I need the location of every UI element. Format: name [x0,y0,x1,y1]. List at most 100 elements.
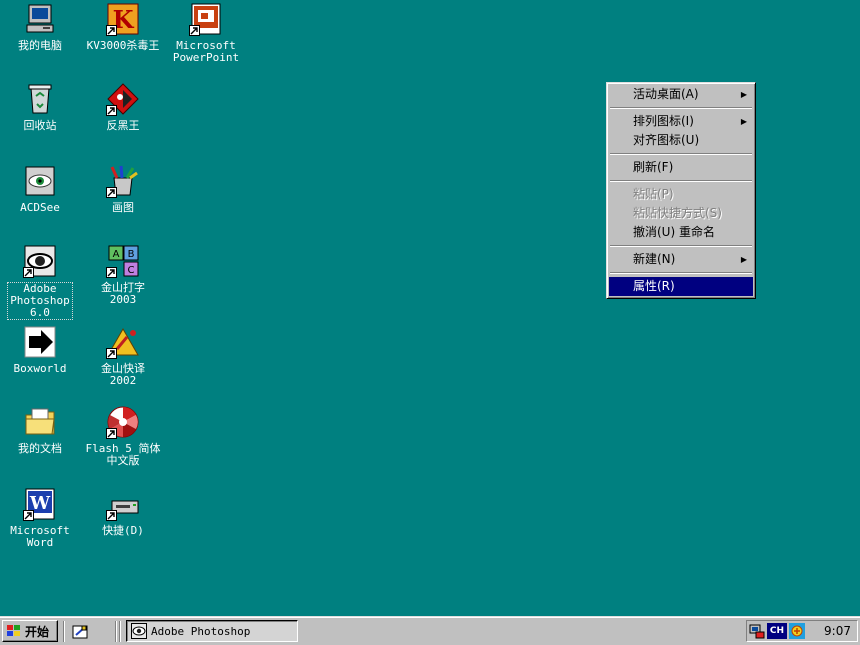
task-label: Adobe Photoshop [151,624,251,638]
anti-hacker-icon [106,82,140,116]
menu-item-active-desktop[interactable]: 活动桌面(A) ▶ [609,85,753,104]
menu-separator [610,180,752,182]
system-tray: CH 9:07 [746,620,858,642]
shortcut-arrow-icon [106,267,117,278]
menu-item-label: 粘贴快捷方式(S) [633,206,722,220]
input-method-tray-icon[interactable] [789,623,805,639]
menu-item-paste-shortcut: 粘贴快捷方式(S) [609,204,753,223]
shortcut-arrow-icon [23,267,34,278]
shortcut-arrow-icon [106,510,117,521]
menu-item-line-up-icons[interactable]: 对齐图标(U) [609,131,753,150]
desktop-icon-powerpoint[interactable]: Microsoft PowerPoint [166,2,246,64]
menu-item-refresh[interactable]: 刷新(F) [609,158,753,177]
shortcut-arrow-icon [106,187,117,198]
icon-label: KV3000杀毒王 [86,39,160,52]
word-icon: W [23,487,57,521]
shortcut-arrow-icon [189,25,200,36]
menu-item-label: 活动桌面(A) [633,87,699,101]
photoshop-app-icon [131,623,147,639]
windows-logo-icon [7,625,20,636]
svg-text:B: B [128,249,135,260]
menu-separator [610,272,752,274]
submenu-arrow-icon: ▶ [740,255,747,264]
icon-label: 回收站 [23,119,57,132]
menu-item-paste: 粘贴(P) [609,185,753,204]
menu-separator [610,245,752,247]
icon-label: 金山打字 2003 [101,281,145,306]
desktop-icon-jinshan-translate[interactable]: 金山快译 2002 [83,325,163,387]
menu-item-label: 新建(N) [633,252,676,266]
shortcut-arrow-icon [106,25,117,36]
flash-icon [106,405,140,439]
menu-separator [610,153,752,155]
menu-item-new[interactable]: 新建(N) ▶ [609,250,753,269]
taskbar-divider [115,621,117,642]
icon-label: Adobe Photoshop 6.0 [7,282,73,320]
desktop-icon-jinshan-typing[interactable]: ABC 金山打字 2003 [83,244,163,306]
kv3000-antivirus-icon: K [106,2,140,36]
desktop-icon-acdsee[interactable]: ACDSee [0,164,80,214]
clock[interactable]: 9:07 [824,624,851,638]
desktop-context-menu: 活动桌面(A) ▶ 排列图标(I) ▶ 对齐图标(U) 刷新(F) 粘贴(P) … [606,82,756,299]
menu-item-label: 粘贴(P) [633,187,674,201]
paint-icon [106,164,140,198]
desktop-icon-my-documents[interactable]: 我的文档 [0,405,80,455]
photoshop-icon [23,244,57,278]
desktop-icon-photoshop[interactable]: Adobe Photoshop 6.0 [0,244,80,320]
svg-text:A: A [113,249,120,260]
powerpoint-icon [189,2,223,36]
shortcut-arrow-icon [23,510,34,521]
jinshan-translate-icon [106,325,140,359]
show-desktop-icon[interactable] [71,623,89,641]
svg-text:C: C [128,265,135,276]
network-tray-icon[interactable] [749,623,765,639]
icon-label: Flash 5 简体 中文版 [85,442,161,467]
desktop-icon-recycle-bin[interactable]: 回收站 [0,82,80,132]
menu-item-arrange-icons[interactable]: 排列图标(I) ▶ [609,112,753,131]
icon-label: 我的电脑 [18,39,62,52]
menu-item-properties[interactable]: 属性(R) [609,277,753,296]
icon-label: 快捷(D) [102,524,144,537]
desktop-icon-boxworld[interactable]: Boxworld [0,325,80,375]
submenu-arrow-icon: ▶ [740,117,747,126]
menu-item-undo-rename[interactable]: 撤消(U) 重命名 [609,223,753,242]
taskbar-button-photoshop[interactable]: Adobe Photoshop [126,620,298,642]
desktop-icon-my-computer[interactable]: 我的电脑 [0,2,80,52]
icon-label: 画图 [112,201,134,214]
icon-label: 我的文档 [18,442,62,455]
jinshan-typing-icon: ABC [106,244,140,278]
icon-label: Microsoft PowerPoint [172,39,240,64]
icon-label: Boxworld [13,362,67,375]
acdsee-icon [23,164,57,198]
menu-item-label: 对齐图标(U) [633,133,700,147]
shortcut-arrow-icon [106,428,117,439]
desktop-icon-flash[interactable]: Flash 5 简体 中文版 [83,405,163,467]
shortcut-arrow-icon [106,348,117,359]
desktop-icon-anti-hacker[interactable]: 反黑王 [83,82,163,132]
taskbar: 开始 Adobe Photoshop CH 9:07 [0,616,860,645]
submenu-arrow-icon: ▶ [740,90,747,99]
my-computer-icon [23,2,57,36]
ime-indicator[interactable]: CH [767,623,787,639]
menu-item-label: 排列图标(I) [633,114,694,128]
icon-label: 金山快译 2002 [101,362,145,387]
menu-separator [610,107,752,109]
menu-item-label: 刷新(F) [633,160,674,174]
icon-label: Microsoft Word [10,524,70,549]
taskbar-divider [63,621,65,642]
desktop-icon-word[interactable]: W Microsoft Word [0,487,80,549]
menu-item-label: 属性(R) [633,279,675,293]
shortcut-arrow-icon [106,105,117,116]
desktop-icon-paint[interactable]: 画图 [83,164,163,214]
menu-item-label: 撤消(U) 重命名 [633,225,715,239]
recycle-bin-icon [23,82,57,116]
icon-label: ACDSee [20,201,60,214]
my-documents-icon [23,405,57,439]
taskbar-divider [119,621,121,642]
boxworld-icon [23,325,57,359]
icon-label: 反黑王 [106,119,140,132]
desktop-icon-kv3000[interactable]: K KV3000杀毒王 [83,2,163,52]
start-button[interactable]: 开始 [2,620,58,642]
start-label: 开始 [25,624,50,639]
desktop-icon-drive-shortcut[interactable]: 快捷(D) [83,487,163,537]
